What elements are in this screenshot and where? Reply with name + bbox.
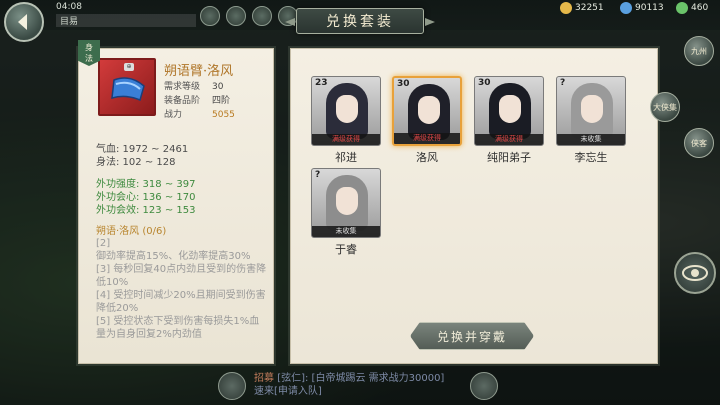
- set-bonus-line: [2]: [96, 238, 111, 249]
- card-status-strip: 未收集: [312, 226, 380, 237]
- side-button-jiuzhou[interactable]: 九州: [684, 36, 714, 66]
- card-frame: ? 未收集: [311, 168, 381, 238]
- card-level: 30: [478, 78, 491, 88]
- card-name: 纯阳弟子: [487, 151, 531, 164]
- set-bonus-line: [5] 受控状态下受到伤害每损失1%血量为自身回复2%内劲值: [96, 316, 260, 340]
- menu-icon[interactable]: [200, 6, 220, 26]
- badge-char-1: 身: [85, 43, 93, 52]
- currency-gold: 32251: [560, 2, 604, 14]
- chat-text: [弦仁]: [白帝城踢云 需求战力30000]速来[申请入队]: [254, 373, 445, 397]
- card-frame: 30 满级获得: [474, 76, 544, 146]
- card-level: ?: [315, 170, 321, 180]
- attribute-badge: 身 法: [78, 40, 100, 66]
- chat-toggle-button[interactable]: [218, 372, 246, 400]
- redeem-and-equip-button[interactable]: 兑换并穿戴: [410, 322, 534, 350]
- card-status-strip: 满级获得: [312, 134, 380, 145]
- meta-key: 战力: [164, 110, 183, 120]
- side-button-daxia[interactable]: 大侠集: [650, 92, 680, 122]
- shop-icon[interactable]: [252, 6, 272, 26]
- outfit-card-liwangsheng[interactable]: ? 未收集 李忘生: [556, 76, 626, 164]
- card-frame: 30 满级获得: [392, 76, 462, 146]
- outfit-card-luofeng[interactable]: 30 满级获得 洛风: [392, 76, 462, 164]
- currency-jade: 460: [676, 2, 708, 14]
- portrait-face: [418, 96, 440, 124]
- team-button[interactable]: [470, 372, 498, 400]
- meta-power: 战力 5055: [164, 108, 235, 122]
- meta-key: 需求等级: [164, 82, 201, 92]
- stat-hp: 气血: 1972 ~ 2461: [96, 144, 189, 155]
- card-frame: ? 未收集: [556, 76, 626, 146]
- card-name: 李忘生: [574, 151, 608, 164]
- stat-agility: 身法: 102 ~ 128: [96, 157, 176, 168]
- card-level: ?: [560, 78, 566, 88]
- card-level: 30: [397, 79, 410, 89]
- side-button-xiake[interactable]: 侠客: [684, 128, 714, 158]
- card-frame: 23 满级获得: [311, 76, 381, 146]
- meta-value: 5055: [212, 110, 235, 120]
- outfit-card-qijin[interactable]: 23 满级获得 祁进: [311, 76, 381, 164]
- set-title: 朔语·洛风 (0/6): [96, 226, 167, 237]
- meta-value: 四阶: [212, 96, 231, 106]
- clock-time: 04:08: [56, 2, 82, 12]
- portrait-face: [581, 95, 603, 123]
- set-bonus-line: 御劲率提高15%、化劲率提高30%: [96, 251, 251, 262]
- jade-icon: [676, 2, 688, 14]
- gem-slot-icon: ⊕: [124, 63, 134, 71]
- portrait-face: [336, 95, 358, 123]
- card-status-strip: 满级获得: [475, 134, 543, 145]
- chat-message[interactable]: 招募 [弦仁]: [白帝城踢云 需求战力30000]速来[申请入队]: [254, 372, 454, 398]
- meta-grade: 装备品阶 四阶: [164, 94, 235, 108]
- set-bonus-list: [2] 御劲率提高15%、化劲率提高30% [3] 每秒回复40点内劲且受到的伤…: [96, 237, 268, 341]
- event-icon[interactable]: [226, 6, 246, 26]
- card-name: 于睿: [335, 243, 357, 256]
- badge-char-2: 法: [85, 54, 93, 63]
- stat-external-crit: 外功会心: 136 ~ 170: [96, 192, 196, 203]
- meta-value: 30: [212, 82, 224, 92]
- item-meta: 需求等级 30 装备品阶 四阶 战力 5055: [164, 80, 235, 122]
- back-button[interactable]: [4, 2, 44, 42]
- channel-label[interactable]: 目易: [56, 14, 196, 27]
- basic-stats: 气血: 1972 ~ 2461 身法: 102 ~ 128: [96, 143, 188, 169]
- portrait-face: [499, 95, 521, 123]
- card-name: 祁进: [335, 151, 357, 164]
- set-bonus-line: [3] 每秒回复40点内劲且受到的伤害降低10%: [96, 264, 267, 288]
- arrow-left-icon: [18, 14, 27, 30]
- card-name: 洛风: [416, 151, 438, 164]
- gold-amount: 32251: [575, 3, 604, 13]
- silver-amount: 90113: [635, 3, 664, 13]
- gem-icon: [620, 2, 632, 14]
- outfit-card-chunyang-disciple[interactable]: 30 满级获得 纯阳弟子: [474, 76, 544, 164]
- currency-silver: 90113: [620, 2, 664, 14]
- view-toggle-button[interactable]: [674, 252, 716, 294]
- set-bonus-line: [4] 受控时间减少20%且期间受到伤害降低20%: [96, 290, 266, 314]
- top-icon-row: [200, 6, 298, 26]
- item-arm-guard-icon[interactable]: ⊕: [98, 58, 156, 116]
- portrait-face: [336, 187, 358, 215]
- meta-required-level: 需求等级 30: [164, 80, 235, 94]
- item-name: 朔语臂·洛风: [164, 64, 234, 79]
- card-level: 23: [315, 78, 328, 88]
- meta-key: 装备品阶: [164, 96, 201, 106]
- jade-amount: 460: [691, 3, 709, 13]
- stat-external-crit-effect: 外功会效: 123 ~ 153: [96, 205, 196, 216]
- card-status-strip: 未收集: [557, 134, 625, 145]
- gold-coin-icon: [560, 2, 572, 14]
- stat-external-power: 外功强度: 318 ~ 397: [96, 179, 196, 190]
- outfit-card-yurui[interactable]: ? 未收集 于睿: [311, 168, 381, 256]
- bonus-stats: 外功强度: 318 ~ 397 外功会心: 136 ~ 170 外功会效: 12…: [96, 178, 195, 217]
- eye-icon: [682, 265, 708, 281]
- dialog-title: 兑换套装: [296, 8, 424, 34]
- card-status-strip: 满级获得: [394, 133, 460, 144]
- chat-channel-tag: 招募: [254, 373, 274, 384]
